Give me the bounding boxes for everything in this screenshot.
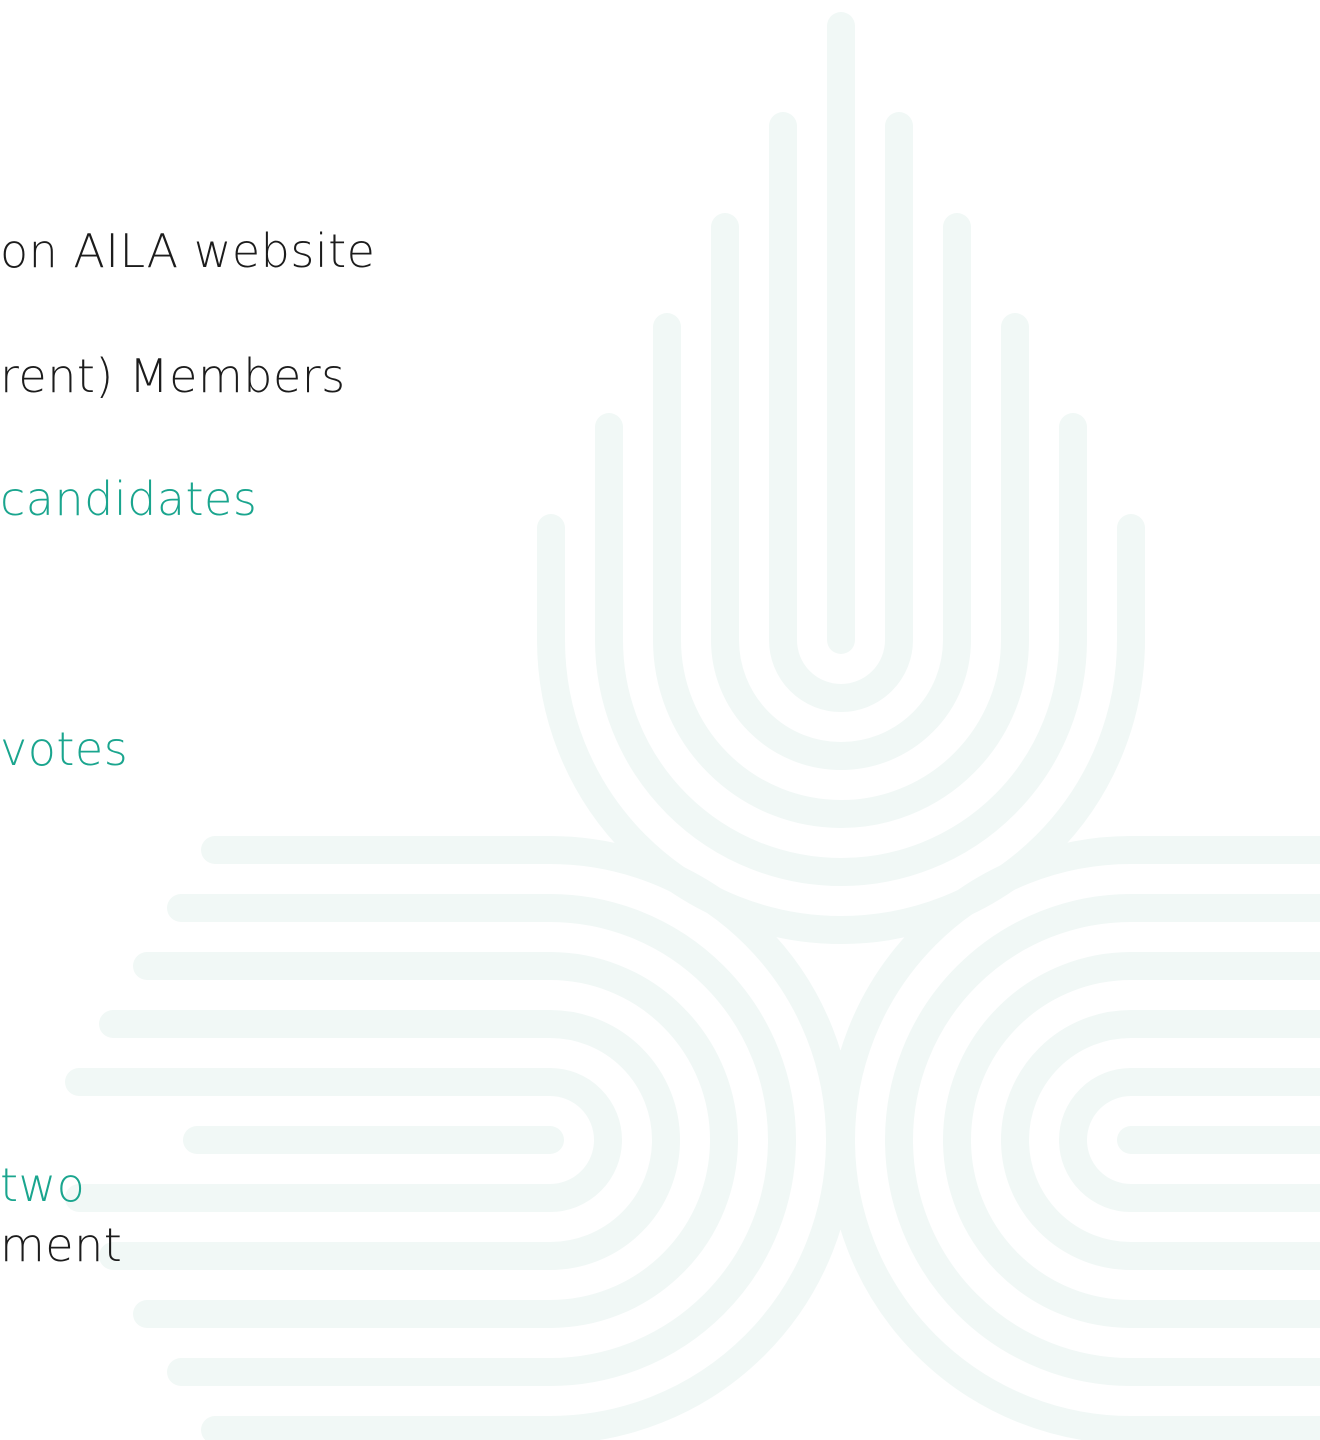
- text-line-two: two: [0, 1158, 86, 1212]
- text-line-candidates: candidates: [0, 472, 258, 526]
- text-line-website: on AILA website: [0, 224, 376, 278]
- logo-watermark-icon: [65, 12, 1320, 1440]
- watermark-left-petal: [65, 836, 854, 1440]
- text-line-members: rent) Members: [0, 349, 346, 403]
- watermark-top-petal: [537, 12, 1145, 944]
- text-line-votes: votes: [0, 722, 129, 776]
- text-line-ment: ment: [0, 1218, 123, 1272]
- watermark-right-petal: [827, 836, 1320, 1440]
- slide-page: on AILA website rent) Members candidates…: [0, 0, 1320, 1440]
